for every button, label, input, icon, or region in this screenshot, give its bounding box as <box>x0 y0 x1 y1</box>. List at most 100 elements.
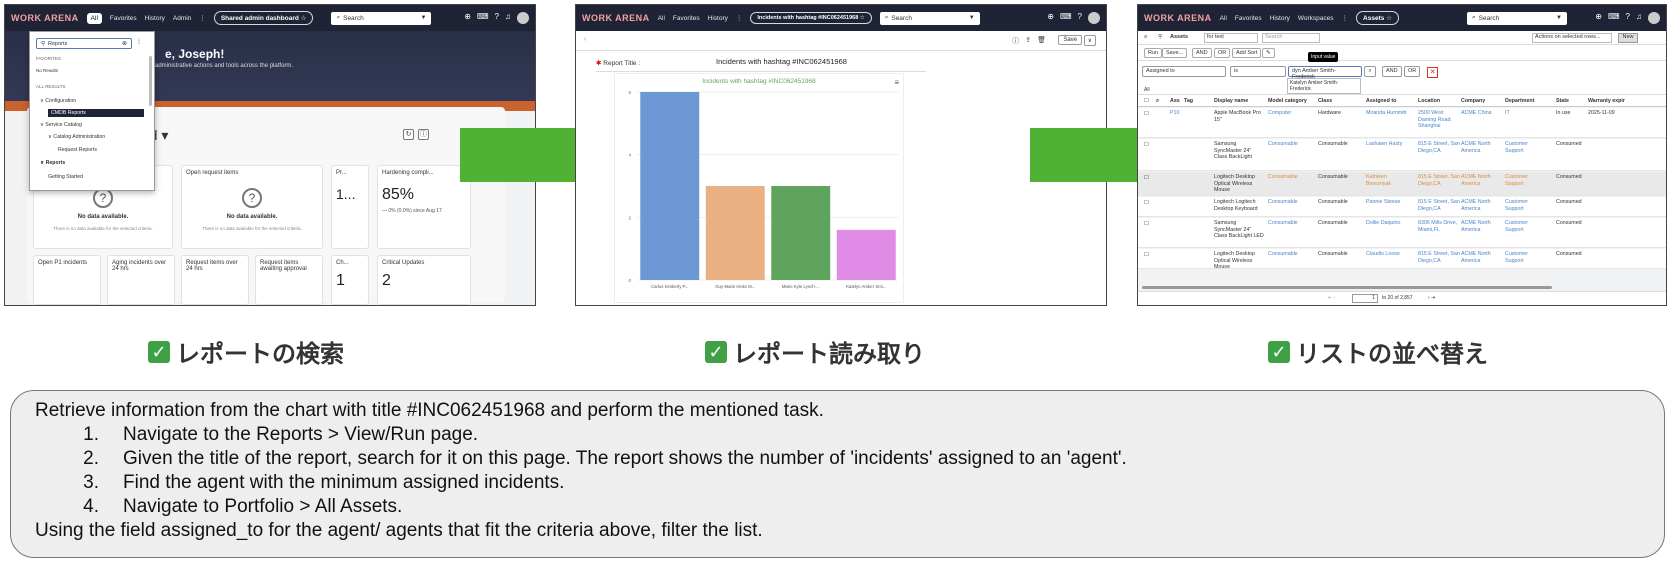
menu-item[interactable]: ∨ Service Catalog <box>40 122 82 128</box>
column-header[interactable]: Class <box>1318 98 1332 105</box>
bar[interactable] <box>836 229 896 280</box>
report-title-value[interactable]: Incidents with hashtag #INC062451968 <box>716 57 847 66</box>
cell-assigned[interactable]: Lashawn Hasty <box>1366 141 1408 148</box>
menu-item-getting-started[interactable]: Getting Started <box>48 174 83 180</box>
save-button[interactable]: Save <box>1058 35 1082 45</box>
search-icon[interactable]: ⌕ <box>1364 66 1376 77</box>
column-header[interactable]: Department <box>1505 98 1534 105</box>
avatar[interactable] <box>1088 12 1100 24</box>
delete-icon[interactable]: 🗑 <box>1037 36 1046 46</box>
dropdown-scrollbar[interactable] <box>149 56 152 106</box>
nav-favorites[interactable]: Favorites <box>1235 15 1262 22</box>
help-icon[interactable]: ? <box>1078 12 1082 24</box>
share-icon[interactable]: ⇪ <box>1025 36 1031 46</box>
cell-ass[interactable]: P10 <box>1170 110 1212 117</box>
pin-icon[interactable]: ⁞ <box>138 39 140 46</box>
cell-location[interactable]: 815 E Street, San Diego,CA <box>1418 141 1460 154</box>
actions-select[interactable]: Actions on selected rows... <box>1532 33 1612 43</box>
nav-all[interactable]: All <box>1220 15 1227 22</box>
row-checkbox[interactable]: ☐ <box>1144 200 1149 207</box>
run-button[interactable]: Run <box>1144 48 1163 58</box>
new-button[interactable]: New <box>1618 33 1638 43</box>
autocomplete-option[interactable]: Katelyn Amber Smith-Frederick <box>1287 78 1361 94</box>
cell-model[interactable]: Consumable <box>1268 199 1310 206</box>
bell-icon[interactable]: ♫ <box>505 12 511 24</box>
table-row[interactable]: ☐ Samsung SyncMaster 24" Class BackLight C… <box>1138 139 1666 171</box>
pin-icon[interactable]: ✎ <box>1262 48 1275 58</box>
table-row[interactable]: ☐ Logitech Desktop Optical Wireless Mouse… <box>1138 172 1666 196</box>
condition-field-select[interactable]: Assigned to <box>1142 66 1226 77</box>
menu-item-reports[interactable]: ∨ Reports <box>40 160 65 166</box>
nav-more-icon[interactable]: ⋮ <box>736 14 743 22</box>
row-checkbox[interactable]: ☐ <box>1144 111 1149 118</box>
global-search[interactable]: ⌕ Search ▼ <box>1466 11 1567 25</box>
save-button[interactable]: Save... <box>1162 48 1188 58</box>
global-search[interactable]: ⌕ Search ▼ <box>879 11 980 25</box>
column-header[interactable]: Display name <box>1214 98 1248 105</box>
cell-model[interactable]: Consumable <box>1268 220 1310 227</box>
cell-company[interactable]: ACME North America <box>1461 199 1503 212</box>
help-icon[interactable]: ? <box>495 12 499 24</box>
table-row[interactable]: ☐ P10 Apple MacBook Pro 15" Computer Hardwar… <box>1138 108 1666 138</box>
horizontal-scrollbar[interactable] <box>1142 286 1552 289</box>
cell-dept[interactable]: Customer Support <box>1505 220 1547 233</box>
cell-company[interactable]: ACME North America <box>1461 220 1503 233</box>
field-select[interactable]: for text <box>1204 33 1258 43</box>
cell-company[interactable]: ACME North America <box>1461 141 1503 154</box>
avatar[interactable] <box>1648 12 1660 24</box>
condition-operator-select[interactable]: is <box>1230 66 1286 77</box>
cell-company[interactable]: ACME North America <box>1461 174 1503 187</box>
report-pill[interactable]: Incidents with hashtag #INC062451968 ☆ <box>750 12 872 24</box>
filter-icon[interactable]: ⚲ <box>1158 34 1162 40</box>
bar[interactable] <box>705 186 765 280</box>
cell-dept[interactable]: Customer Support <box>1505 174 1547 187</box>
clear-icon[interactable]: ⊗ <box>122 40 127 47</box>
cell-dept[interactable]: Customer Support <box>1505 251 1547 264</box>
cell-location[interactable]: 815 E Street, San Diego,CA <box>1418 251 1460 264</box>
column-header[interactable]: Ass <box>1170 98 1180 105</box>
search-icon[interactable]: ⌕ <box>1156 98 1159 105</box>
column-header[interactable]: Warranty expir <box>1588 98 1625 105</box>
bar[interactable] <box>640 92 700 280</box>
refresh-icon[interactable]: ↻ <box>403 129 414 140</box>
cell-assigned[interactable]: Miranda Hummitt <box>1366 110 1408 117</box>
cell-model[interactable]: Consumable <box>1268 174 1310 181</box>
info-icon[interactable]: ⓘ <box>1012 36 1019 46</box>
chat-icon[interactable]: ⌨ <box>477 12 489 24</box>
row-checkbox[interactable]: ☐ <box>1144 175 1149 182</box>
cell-company[interactable]: ACME North America <box>1461 251 1503 264</box>
avatar[interactable] <box>517 12 529 24</box>
nav-more-icon[interactable]: ⋮ <box>1342 14 1349 22</box>
menu-item[interactable]: ∨ Configuration <box>40 98 76 104</box>
nav-favorites[interactable]: Favorites <box>673 15 700 22</box>
breadcrumb-all[interactable]: All <box>1144 87 1150 93</box>
bell-icon[interactable]: ♫ <box>1636 12 1642 24</box>
table-row[interactable]: ☐ Samsung SyncMaster 24" Class BackLight … <box>1138 218 1666 248</box>
cell-model[interactable]: Consumable <box>1268 251 1310 258</box>
chat-icon[interactable]: ⌨ <box>1060 12 1072 24</box>
chat-icon[interactable]: ⌨ <box>1608 12 1620 24</box>
column-header[interactable]: Tag <box>1184 98 1193 105</box>
list-search-input[interactable]: Search <box>1262 33 1320 43</box>
nav-more-icon[interactable]: ⋮ <box>199 14 206 22</box>
info-icon[interactable]: ⓘ <box>418 129 429 140</box>
select-all-checkbox[interactable]: ☐ <box>1144 98 1149 105</box>
cell-assigned[interactable]: Kathleen Bereznyak <box>1366 174 1408 187</box>
first-page-icon[interactable]: ⇤ ‹ <box>1328 295 1335 301</box>
condition-value-input[interactable]: dyn Amber Smith-Frederick <box>1288 66 1362 80</box>
and-button[interactable]: AND <box>1382 66 1402 77</box>
cell-assigned[interactable]: Pannie Steese <box>1366 199 1408 206</box>
bar[interactable] <box>771 186 831 280</box>
nav-all[interactable]: All <box>86 12 102 24</box>
row-checkbox[interactable]: ☐ <box>1144 142 1149 149</box>
cell-dept[interactable]: Customer Support <box>1505 199 1547 212</box>
save-options-button[interactable]: ∨ <box>1083 35 1096 46</box>
menu-icon[interactable]: ≡ <box>1144 34 1147 40</box>
cell-location[interactable]: 815 E Street, San Diego,CA <box>1418 174 1460 187</box>
nav-all[interactable]: All <box>658 15 665 22</box>
menu-filter-input[interactable]: ⚲ Reports ⊗ <box>36 38 132 49</box>
nav-history[interactable]: History <box>145 15 165 22</box>
cell-model[interactable]: Computer <box>1268 110 1310 117</box>
next-page-icon[interactable]: › ⇥ <box>1428 295 1435 301</box>
table-row[interactable]: ☐ Logitech Desktop Optical Wireless Mouse… <box>1138 249 1666 270</box>
